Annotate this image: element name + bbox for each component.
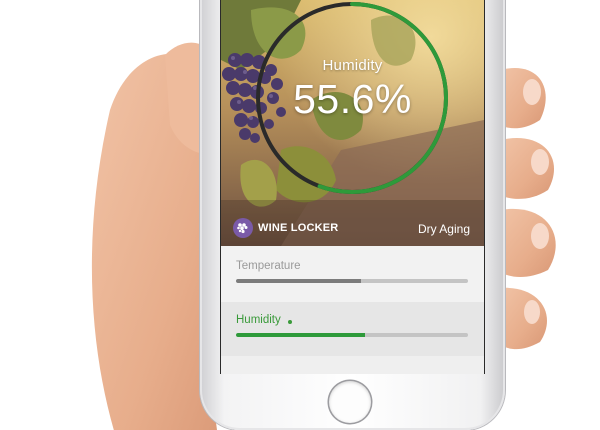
temperature-bar-fill: [236, 279, 362, 283]
app-screen: Humidity 55.6% WINE LOCKER Dry Aging Tem…: [220, 0, 485, 374]
home-button-icon[interactable]: [329, 381, 371, 423]
grapes-icon: [233, 218, 253, 238]
temperature-label: Temperature: [236, 260, 301, 272]
brand-logo[interactable]: WINE LOCKER: [233, 218, 338, 238]
selected-dot-icon: [288, 320, 292, 324]
gauge-label: Humidity: [322, 57, 383, 74]
temperature-bar: [236, 279, 468, 283]
next-row: [221, 356, 484, 374]
gauge-value: 55.6%: [293, 76, 412, 122]
brand-name: WINE LOCKER: [258, 222, 339, 234]
temperature-row[interactable]: Temperature: [221, 248, 484, 302]
humidity-row[interactable]: Humidity: [221, 302, 484, 356]
mode-label[interactable]: Dry Aging: [418, 222, 470, 236]
hero-panel: Humidity 55.6% WINE LOCKER Dry Aging: [221, 0, 484, 246]
product-photo: Humidity 55.6% WINE LOCKER Dry Aging Tem…: [0, 0, 600, 430]
humidity-bar: [236, 333, 468, 337]
humidity-bar-fill: [236, 333, 365, 337]
humidity-label: Humidity: [236, 314, 281, 326]
humidity-gauge: [256, 2, 448, 194]
